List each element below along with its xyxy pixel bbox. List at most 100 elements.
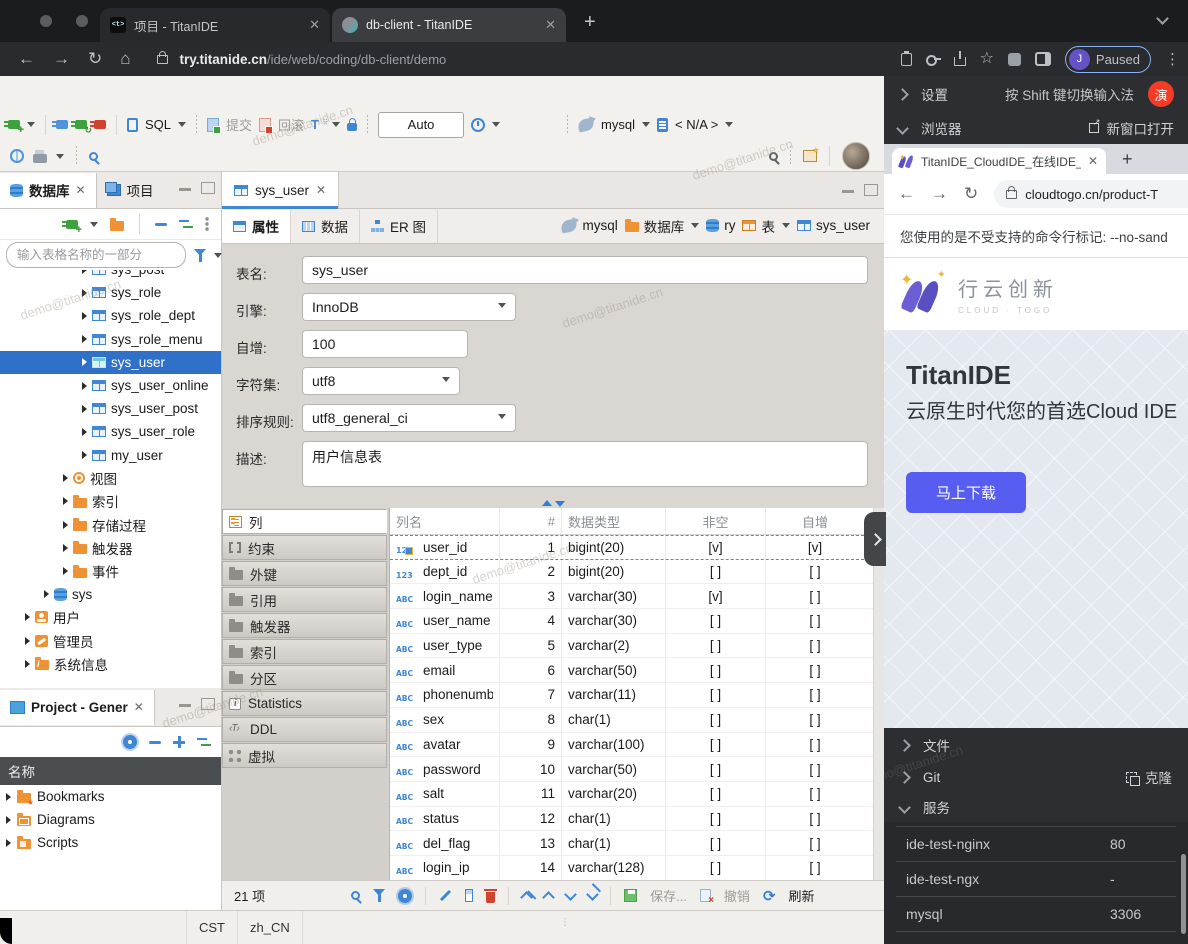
files-section-header[interactable]: 文件 [884,728,1188,762]
link-editor-icon[interactable] [179,218,193,230]
column-notnull[interactable]: [ ] [666,658,766,682]
tree-item[interactable]: 触发器 [0,536,221,559]
expander-icon[interactable] [25,660,30,668]
column-notnull[interactable]: [ ] [666,683,766,707]
user-avatar[interactable] [842,142,870,170]
quick-search-icon[interactable] [769,152,778,161]
section-nav-item[interactable]: 约束 [222,535,387,560]
editor-subtab[interactable]: 数据 [291,210,360,243]
tree-item[interactable]: sys [0,583,221,606]
section-nav-item[interactable]: 触发器 [222,613,387,638]
minimize-panel-icon[interactable] [179,188,191,194]
undo-icon[interactable] [700,889,711,902]
settings-section-header[interactable]: 设置 按 Shift 键切换输入法 演 [884,76,1188,112]
lock-icon[interactable] [157,55,168,64]
transaction-log-icon[interactable] [471,118,485,132]
header-col-notnull[interactable]: 非空 [666,508,766,534]
tree-item[interactable]: 系统信息 [0,652,221,675]
section-nav-item[interactable]: 索引 [222,639,387,664]
save-button[interactable]: 保存... [650,886,687,905]
column-autoincrement[interactable]: [v] [766,536,864,559]
expander-icon[interactable] [82,312,87,320]
expander-icon[interactable] [25,613,30,621]
form-control[interactable]: utf8 [302,367,460,395]
service-row[interactable]: ide-test-nginx 80 [896,827,1176,862]
expander-icon[interactable] [63,544,68,552]
section-nav-item[interactable]: 外键 [222,561,387,586]
expander-icon[interactable] [82,335,87,343]
tree-item[interactable]: sys_user_post [0,397,221,420]
connection-chevron-icon[interactable] [642,122,650,131]
disconnect-icon[interactable] [94,120,106,129]
print-chevron-icon[interactable] [56,154,64,163]
expander-icon[interactable] [82,358,87,366]
refresh-icon[interactable]: ⟳ [763,887,776,905]
browser-menu-icon[interactable]: ⋮ [1165,50,1180,68]
open-new-window-icon[interactable] [1089,123,1099,133]
bookmark-star-icon[interactable]: ☆ [980,52,994,66]
expander-icon[interactable] [6,816,11,824]
expander-icon[interactable] [82,451,87,459]
expander-icon[interactable] [6,793,11,801]
go-previous-icon[interactable] [542,891,555,904]
back-icon[interactable]: ← [18,49,35,69]
tab-project-general[interactable]: Project - Gener ✕ [0,690,155,725]
column-autoincrement[interactable]: [ ] [766,683,864,707]
new-connection-chevron-icon[interactable] [27,122,35,131]
header-col-num[interactable]: # [500,508,562,534]
filter-icon[interactable] [194,249,206,262]
column-autoincrement[interactable]: [ ] [766,733,864,757]
column-notnull[interactable]: [ ] [666,757,766,781]
new-tab-button[interactable]: + [584,12,596,32]
section-nav-item[interactable]: 列 [222,509,387,534]
expander-icon[interactable] [44,590,49,598]
column-autoincrement[interactable]: [ ] [766,584,864,608]
collapse-all-icon[interactable] [149,741,161,744]
column-autoincrement[interactable]: [ ] [766,658,864,682]
tab-project[interactable]: 项目 [97,173,164,208]
breadcrumb-item[interactable]: 数据库 [625,216,700,236]
column-row[interactable]: user_type 5 varchar(2) [ ] [ ] [390,634,884,659]
refresh-button[interactable]: 刷新 [789,886,815,905]
forward-icon[interactable]: → [53,49,70,69]
form-control[interactable]: InnoDB [302,293,516,321]
share-icon[interactable] [954,57,966,66]
grid-filter-icon[interactable] [373,889,385,902]
tree-item[interactable]: 管理员 [0,629,221,652]
section-nav-item[interactable]: DDL [222,717,387,742]
splitter[interactable] [222,498,884,508]
column-autoincrement[interactable]: [ ] [766,782,864,806]
tab-database[interactable]: 数据库 ✕ [0,173,97,208]
column-notnull[interactable]: [v] [666,584,766,608]
column-row[interactable]: phonenumber 7 varchar(11) [ ] [ ] [390,683,884,708]
history-chevron-icon[interactable] [492,122,500,131]
go-next-icon[interactable] [564,888,577,901]
form-control[interactable]: 用户信息表 [302,441,868,487]
grid-settings-icon[interactable] [398,889,412,903]
extensions-icon[interactable] [1008,53,1021,66]
url-host[interactable]: try.titanide.cn [180,52,268,67]
breadcrumb-item[interactable]: mysql [561,218,617,233]
sql-editor-icon[interactable] [127,118,138,132]
lock-mode-icon[interactable] [347,123,357,131]
column-row[interactable]: dept_id 2 bigint(20) [ ] [ ] [390,560,884,585]
tree-item[interactable]: sys_role [0,281,221,304]
column-row[interactable]: sex 8 char(1) [ ] [ ] [390,708,884,733]
auto-commit-select[interactable]: Auto [378,112,464,138]
collapse-up-icon[interactable] [542,495,552,506]
go-first-icon[interactable] [520,891,533,904]
embedded-browser-tab[interactable]: ✦ TitanIDE_CloudIDE_在线IDE_ ✕ [892,148,1106,174]
delete-row-icon[interactable] [486,892,495,903]
expander-icon[interactable] [63,567,68,575]
window-close-button[interactable] [40,15,52,27]
expander-icon[interactable] [82,428,87,436]
window-minimize-button[interactable] [76,15,88,27]
download-button[interactable]: 马上下载 [906,472,1026,513]
new-tab-button[interactable]: + [1122,149,1133,170]
git-section-header[interactable]: Git 克隆 [884,762,1188,792]
collapse-all-icon[interactable] [155,223,167,226]
expander-icon[interactable] [6,839,11,847]
header-col-type[interactable]: 数据类型 [562,508,666,534]
column-notnull[interactable]: [ ] [666,708,766,732]
password-key-icon[interactable] [926,52,940,66]
